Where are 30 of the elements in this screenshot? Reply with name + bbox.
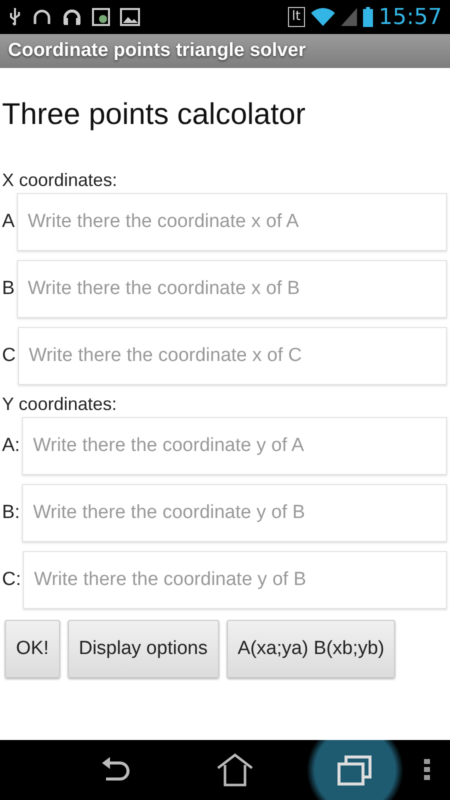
field-label: B [2, 278, 16, 300]
field-label: A [2, 211, 16, 233]
input-field[interactable]: Write there the coordinate y of B [22, 484, 447, 542]
app-icon [92, 8, 110, 26]
recent-apps-icon [337, 754, 373, 786]
carrier-badge: lt [288, 7, 305, 27]
section-label: X coordinates: [2, 170, 118, 191]
input-field[interactable]: Write there the coordinate x of A [16, 193, 447, 251]
clock-time: 15:57 [378, 4, 442, 30]
image-icon [120, 8, 140, 26]
field-label: A: [2, 435, 21, 457]
menu-icon[interactable] [424, 759, 430, 781]
battery-icon [362, 7, 373, 27]
action-button[interactable]: Display options [68, 620, 219, 678]
field-label: C [2, 345, 17, 367]
section-label: Y coordinates: [2, 394, 118, 415]
heading: Three points calcolator [2, 98, 306, 132]
action-button[interactable]: OK! [5, 620, 60, 678]
input-field[interactable]: Write there the coordinate y of B [23, 551, 447, 609]
app-title: Coordinate points triangle solver [8, 40, 306, 62]
signal-icon [340, 8, 357, 26]
input-field[interactable]: Write there the coordinate y of A [22, 417, 447, 475]
field-label: B: [2, 502, 21, 524]
action-button[interactable]: A(xa;ya) B(xb;yb) [226, 620, 396, 678]
input-field[interactable]: Write there the coordinate x of C [18, 327, 447, 385]
usb-icon [8, 7, 22, 27]
home-icon [216, 753, 254, 787]
wifi-icon [310, 8, 335, 26]
field-label: C: [2, 569, 22, 591]
input-field[interactable]: Write there the coordinate x of B [16, 260, 447, 318]
